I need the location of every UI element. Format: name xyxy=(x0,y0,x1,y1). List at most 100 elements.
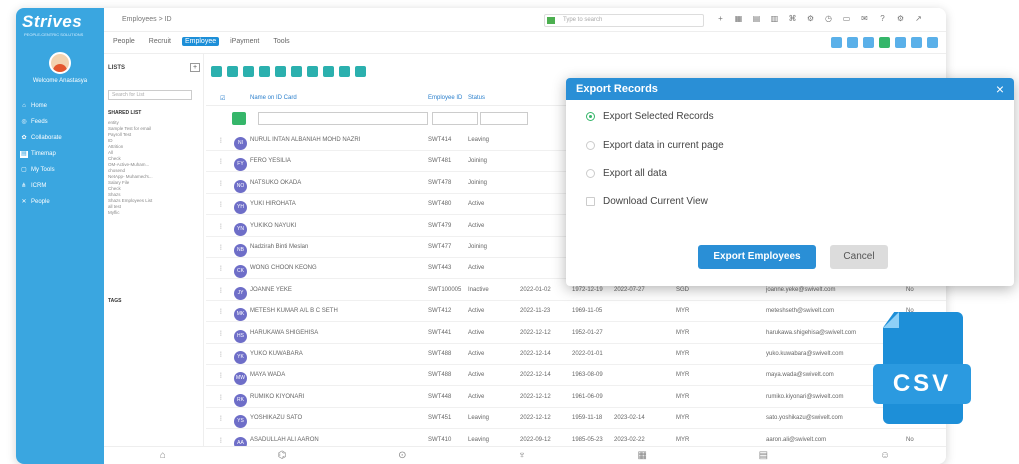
message-icon[interactable]: ✉ xyxy=(860,14,869,23)
row-handle[interactable]: ⋮ xyxy=(218,244,224,251)
option-download-current-view[interactable]: Download Current View xyxy=(586,196,708,207)
location-icon[interactable]: ⊙ xyxy=(398,450,406,461)
sidebar-item-people[interactable]: ✕ People xyxy=(20,194,100,210)
row-handle[interactable]: ⋮ xyxy=(218,372,224,379)
header-status[interactable]: Status xyxy=(468,95,485,101)
radio-unselected[interactable] xyxy=(586,169,595,178)
filter-toggle[interactable] xyxy=(232,112,246,125)
document-icon[interactable]: ▤ xyxy=(759,450,768,461)
user-icon[interactable] xyxy=(323,66,334,77)
sidebar-item-collaborate[interactable]: ✿ Collaborate xyxy=(20,130,100,146)
org-chart-icon[interactable]: ⌬ xyxy=(278,450,287,461)
gear-icon[interactable]: ⚙ xyxy=(896,14,905,23)
row-handle[interactable]: ⋮ xyxy=(218,287,224,294)
copy-icon[interactable] xyxy=(243,66,254,77)
breadcrumb[interactable]: Employees > ID xyxy=(122,16,172,23)
cell-email: meteshseth@swivelt.com xyxy=(766,308,835,315)
sidebar-item-label: Timemap xyxy=(31,151,56,157)
add-list-button[interactable]: + xyxy=(190,63,200,72)
grid-icon[interactable]: ▦ xyxy=(734,14,743,23)
option-export-all[interactable]: Export all data xyxy=(586,168,667,179)
add-icon[interactable]: + xyxy=(716,14,725,23)
table-row[interactable]: ⋮ MK METESH KUMAR A/L B C SETH SWT412 Active… xyxy=(206,301,946,323)
row-handle[interactable]: ⋮ xyxy=(218,158,224,165)
close-icon[interactable]: × xyxy=(996,81,1004,97)
table-row[interactable]: ⋮ HS HARUKAWA SHIGEHISA SWT441 Active 2022-12… xyxy=(206,323,946,344)
sidebar-item-home[interactable]: ⌂ Home xyxy=(20,98,100,114)
grid-icon[interactable] xyxy=(339,66,350,77)
view-icon[interactable] xyxy=(227,66,238,77)
tool-icon[interactable] xyxy=(895,37,906,48)
row-handle[interactable]: ⋮ xyxy=(218,223,224,230)
row-handle[interactable]: ⋮ xyxy=(218,308,224,315)
menu-tools[interactable]: Tools xyxy=(270,37,292,46)
row-handle[interactable]: ⋮ xyxy=(218,351,224,358)
filter-icon[interactable] xyxy=(259,66,270,77)
table-row[interactable]: ⋮ YK YUKO KUWABARA SWT488 Active 2022-12-14 20… xyxy=(206,344,946,365)
option-export-selected[interactable]: Export Selected Records xyxy=(586,111,714,122)
pin-icon[interactable]: ↗ xyxy=(914,14,923,23)
tool-icon[interactable] xyxy=(911,37,922,48)
list-icon[interactable]: ▤ xyxy=(752,14,761,23)
cell-id: SWT100005 xyxy=(428,286,462,293)
org-icon[interactable]: ⌘ xyxy=(788,14,797,23)
clock-icon[interactable]: ◷ xyxy=(824,14,833,23)
star-icon[interactable] xyxy=(275,66,286,77)
filter-name-input[interactable] xyxy=(258,112,428,125)
menu-employee[interactable]: Employee xyxy=(181,37,220,46)
option-export-page[interactable]: Export data in current page xyxy=(586,140,724,151)
filter-status-input[interactable] xyxy=(480,112,528,125)
settings-icon[interactable]: ⚙ xyxy=(806,14,815,23)
smile-icon[interactable]: ☺ xyxy=(880,450,890,461)
tool-icon[interactable] xyxy=(879,37,890,48)
tool-icon[interactable] xyxy=(847,37,858,48)
row-handle[interactable]: ⋮ xyxy=(218,180,224,187)
calendar-icon[interactable]: ▦ xyxy=(637,450,646,461)
table-row[interactable]: ⋮ MW MAYA WADA SWT488 Active 2022-12-14 1963-0… xyxy=(206,365,946,387)
row-handle[interactable]: ⋮ xyxy=(218,137,224,144)
sidebar-item-icrm[interactable]: ⋔ ICRM xyxy=(20,178,100,194)
header-employee-id[interactable]: Employee ID xyxy=(428,95,462,101)
print-icon[interactable] xyxy=(291,66,302,77)
header-name[interactable]: Name on ID Card xyxy=(250,95,297,101)
table-row[interactable]: ⋮ RK RUMIKO KIYONARI SWT448 Active 2022-12-12… xyxy=(206,387,946,408)
trophy-icon[interactable]: ♆ xyxy=(518,450,526,461)
cancel-button[interactable]: Cancel xyxy=(830,245,888,269)
menu-people[interactable]: People xyxy=(110,37,138,46)
chart-icon[interactable]: ▥ xyxy=(770,14,779,23)
sidebar-item-feeds[interactable]: ◎ Feeds xyxy=(20,114,100,130)
cell-id: SWT480 xyxy=(428,201,452,208)
row-handle[interactable]: ⋮ xyxy=(218,330,224,337)
list-item[interactable]: Myflic xyxy=(108,210,192,216)
row-handle[interactable]: ⋮ xyxy=(218,265,224,272)
cell-name: WONG CHOON KEONG xyxy=(250,265,317,272)
row-handle[interactable]: ⋮ xyxy=(218,201,224,208)
row-handle[interactable]: ⋮ xyxy=(218,394,224,401)
home-icon[interactable]: ⌂ xyxy=(160,450,166,461)
row-handle[interactable]: ⋮ xyxy=(218,415,224,422)
sidebar-item-mytools[interactable]: ▢ My Tools xyxy=(20,162,100,178)
edit-icon[interactable] xyxy=(211,66,222,77)
export-employees-button[interactable]: Export Employees xyxy=(698,245,816,269)
document-icon[interactable]: ▭ xyxy=(842,14,851,23)
menu-ipayment[interactable]: iPayment xyxy=(227,37,262,46)
help-icon[interactable]: ? xyxy=(878,14,887,23)
sidebar-item-label: Feeds xyxy=(31,119,48,125)
tool-icon[interactable] xyxy=(863,37,874,48)
checkbox[interactable] xyxy=(586,197,595,206)
user-avatar[interactable] xyxy=(49,52,71,74)
list-search-input[interactable]: Search for List xyxy=(108,90,192,100)
radio-unselected[interactable] xyxy=(586,141,595,150)
radio-selected[interactable] xyxy=(586,112,595,121)
menu-recruit[interactable]: Recruit xyxy=(146,37,174,46)
select-all-checkbox[interactable]: ☑ xyxy=(220,95,225,102)
tool-icon[interactable] xyxy=(831,37,842,48)
table-row[interactable]: ⋮ YS YOSHIKAZU SATO SWT451 Leaving 2022-12-12… xyxy=(206,408,946,430)
row-handle[interactable]: ⋮ xyxy=(218,437,224,444)
search-input[interactable]: Type to search xyxy=(544,14,704,27)
sidebar-item-timemap[interactable]: ▤ Timemap xyxy=(20,146,100,162)
tool-icon[interactable] xyxy=(927,37,938,48)
export-icon[interactable] xyxy=(307,66,318,77)
filter-id-input[interactable] xyxy=(432,112,478,125)
chart-icon[interactable] xyxy=(355,66,366,77)
